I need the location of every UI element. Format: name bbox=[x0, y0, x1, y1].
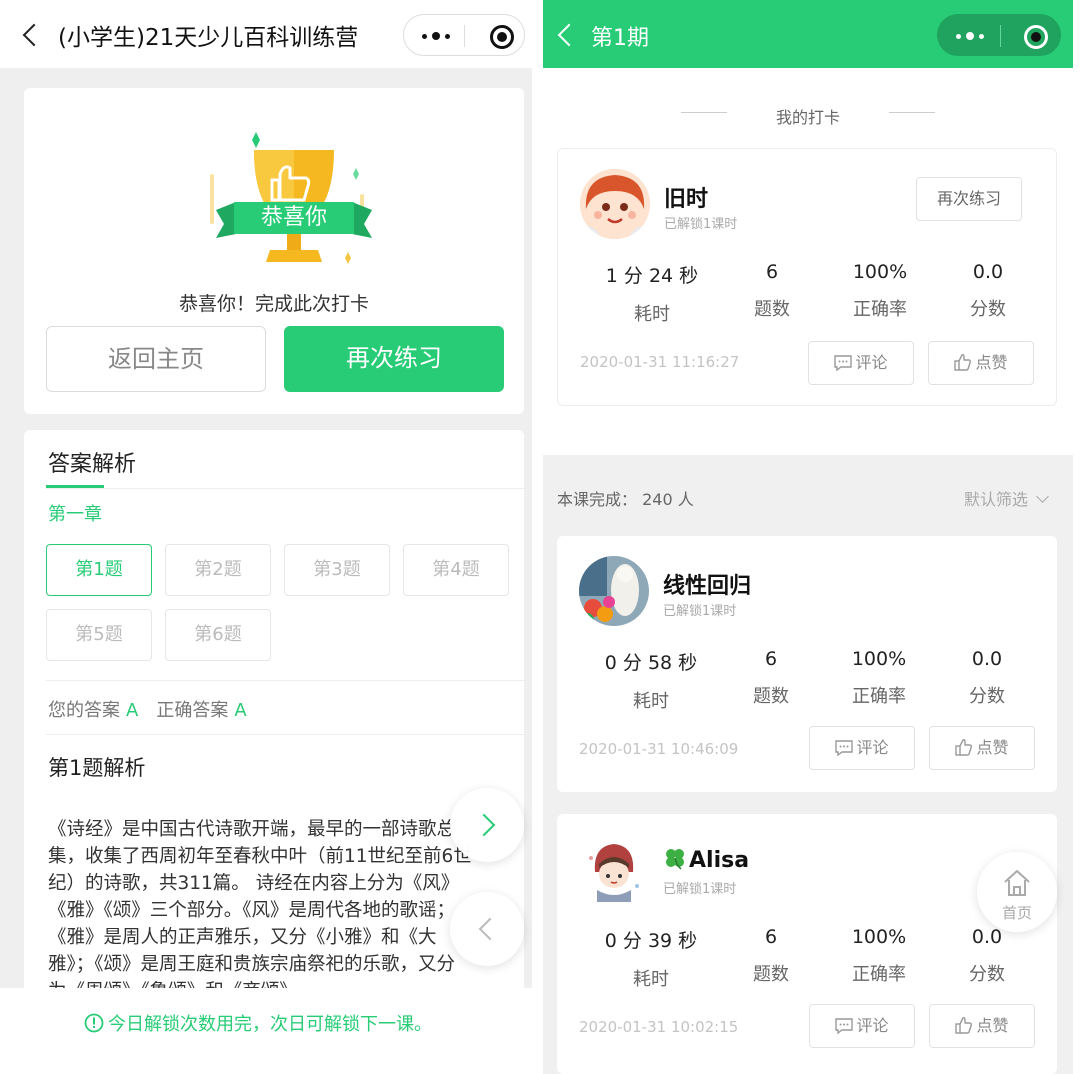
comment-button[interactable]: 评论 bbox=[809, 726, 915, 770]
your-answer-label: 您的答案 bbox=[48, 700, 120, 721]
unlock-notice: 今日解锁次数用完，次日可解锁下一课。 bbox=[84, 1010, 432, 1036]
analysis-detail-body: 《诗经》是中国古代诗歌开端，最早的一部诗歌总 集，收集了西周初年至春秋中叶（前1… bbox=[48, 816, 496, 1005]
chevron-right-icon bbox=[472, 813, 496, 837]
stat-count: 6 题数 bbox=[753, 926, 789, 985]
comment-button[interactable]: 评论 bbox=[808, 341, 914, 385]
question-button-1[interactable]: 第1题 bbox=[46, 544, 152, 596]
avatar bbox=[580, 169, 650, 239]
thumbs-up-icon bbox=[954, 354, 972, 371]
stat-score: 0.0 分数 bbox=[970, 261, 1006, 320]
mini-program-capsule bbox=[937, 14, 1061, 56]
comment-button[interactable]: 评论 bbox=[809, 1004, 915, 1048]
user-name: Alisa bbox=[663, 846, 749, 873]
stat-count: 6 题数 bbox=[753, 648, 789, 707]
my-checkin-card: 旧时 已解锁1课时 再次练习 1 分 24 秒耗时 6 题数 100% 正确率 0.… bbox=[557, 148, 1057, 406]
analysis-line: 雅》；《颂》是周王庭和贵族宗庙祭祀的乐歌，又分 bbox=[48, 954, 456, 975]
correct-answer-label: 正确答案 bbox=[156, 700, 229, 721]
stat-score: 0.0 分数 bbox=[969, 926, 1005, 985]
user-name: 线性回归 bbox=[663, 574, 752, 599]
warning-icon bbox=[84, 1013, 104, 1033]
prev-question-button[interactable] bbox=[450, 892, 524, 966]
close-capsule-icon[interactable] bbox=[1024, 25, 1048, 49]
checkin-date: 2020-01-31 11:16:27 bbox=[580, 353, 740, 371]
analysis-detail-title: 第1题解析 bbox=[48, 756, 146, 780]
nav-bar-green: 第1期 bbox=[543, 0, 1073, 68]
next-question-button[interactable] bbox=[450, 788, 524, 862]
result-card: 恭喜你 恭喜你！完成此次打卡 返回主页 再次练习 bbox=[24, 88, 524, 414]
trophy-icon: 恭喜你 bbox=[184, 124, 384, 284]
like-button[interactable]: 点赞 bbox=[929, 726, 1035, 770]
unlock-status: 已解锁1课时 bbox=[663, 882, 737, 897]
home-float-label: 首页 bbox=[1001, 904, 1032, 922]
right-screen: 第1期 我的打卡 旧时 已解锁1课时 再次练习 1 分 24 秒 耗时 6 题数… bbox=[543, 0, 1073, 1074]
stat-time: 0 分 58 秒耗时 bbox=[604, 652, 698, 712]
analysis-line: 集，收集了西周初年至春秋中叶（前11世纪至前6世 bbox=[48, 846, 472, 867]
left-screen: (小学生)21天少儿百科训练营 恭喜你 恭喜你！完成此次打卡 返回主页 再次练习… bbox=[0, 0, 532, 1074]
checkin-date: 2020-01-31 10:46:09 bbox=[579, 740, 739, 758]
analysis-line: 《诗经》是中国古代诗歌开端，最早的一部诗歌总 bbox=[48, 819, 456, 840]
period-title: 第1期 bbox=[591, 26, 649, 51]
mini-program-capsule bbox=[403, 14, 525, 56]
stat-time: 1 分 24 秒耗时 bbox=[605, 265, 699, 325]
comment-icon bbox=[835, 740, 854, 757]
unlock-status: 已解锁1课时 bbox=[664, 217, 738, 232]
stat-score: 0.0 分数 bbox=[969, 648, 1005, 707]
avatar bbox=[579, 834, 649, 904]
stat-accuracy: 100% 正确率 bbox=[852, 261, 908, 320]
correct-answer-value: A bbox=[234, 700, 247, 721]
user-name: 旧时 bbox=[664, 187, 709, 212]
answer-row: 您的答案 A 正确答案 A bbox=[48, 696, 265, 722]
stat-accuracy: 100% 正确率 bbox=[851, 648, 907, 707]
chevron-down-icon bbox=[1036, 490, 1049, 503]
question-button-4[interactable]: 第4题 bbox=[403, 544, 509, 596]
analysis-line: 《雅》《颂》三个部分。《风》是周代各地的歌谣； bbox=[48, 900, 456, 921]
chapter-title: 第一章 bbox=[48, 504, 102, 525]
congrats-message: 恭喜你！完成此次打卡 bbox=[178, 293, 369, 315]
comment-icon bbox=[834, 355, 853, 372]
practice-again-button[interactable]: 再次练习 bbox=[916, 177, 1022, 221]
comment-icon bbox=[835, 1018, 854, 1035]
analysis-section-title: 答案解析 bbox=[48, 452, 137, 477]
checkin-date: 2020-01-31 10:02:15 bbox=[579, 1018, 739, 1036]
page-title: (小学生)21天少儿百科训练营 bbox=[58, 25, 359, 51]
ribbon-text: 恭喜你 bbox=[260, 205, 327, 230]
stat-accuracy: 100% 正确率 bbox=[851, 926, 907, 985]
thumbs-up-icon bbox=[955, 739, 973, 756]
analysis-card: 答案解析 第一章 第1题 第2题 第3题 第4题 第5题 第6题 您的答案 A 正确… bbox=[24, 430, 528, 1002]
practice-again-button[interactable]: 再次练习 bbox=[284, 326, 504, 392]
completion-count: 本课完成： 240 人 bbox=[557, 490, 694, 509]
question-button-5[interactable]: 第5题 bbox=[46, 609, 152, 661]
thumbs-up-icon bbox=[955, 1017, 973, 1034]
question-button-2[interactable]: 第2题 bbox=[165, 544, 271, 596]
back-icon[interactable] bbox=[22, 23, 46, 47]
stat-count: 6 题数 bbox=[754, 261, 790, 320]
close-capsule-icon[interactable] bbox=[490, 25, 514, 49]
back-icon[interactable] bbox=[557, 23, 581, 47]
analysis-line: 《雅》是周人的正声雅乐，又分《小雅》和《大 bbox=[48, 927, 437, 948]
your-answer-value: A bbox=[126, 700, 139, 721]
home-icon bbox=[1004, 870, 1030, 896]
my-checkin-label: 我的打卡 bbox=[775, 108, 840, 127]
checkin-card: 线性回归 已解锁1课时 0 分 58 秒耗时 6 题数 100% 正确率 0.0 分数… bbox=[557, 536, 1057, 792]
avatar bbox=[579, 556, 649, 626]
question-button-3[interactable]: 第3题 bbox=[284, 544, 390, 596]
back-home-button[interactable]: 返回主页 bbox=[46, 326, 266, 392]
analysis-line: 纪）的诗歌，共311篇。 诗经在内容上分为《风》 bbox=[48, 873, 460, 894]
nav-bar: (小学生)21天少儿百科训练营 bbox=[0, 0, 532, 68]
filter-dropdown[interactable]: 默认筛选 bbox=[964, 486, 1049, 510]
more-icon[interactable] bbox=[950, 28, 990, 44]
stat-time: 0 分 39 秒耗时 bbox=[604, 930, 698, 990]
like-button[interactable]: 点赞 bbox=[928, 341, 1034, 385]
clover-icon bbox=[666, 849, 684, 870]
like-button[interactable]: 点赞 bbox=[929, 1004, 1035, 1048]
unlock-status: 已解锁1课时 bbox=[663, 604, 737, 619]
home-float-button[interactable]: 首页 bbox=[977, 852, 1057, 932]
chevron-left-icon bbox=[478, 917, 502, 941]
more-icon[interactable] bbox=[416, 28, 456, 44]
checkin-card: Alisa 已解锁1课时 0 分 39 秒耗时 6 题数 100% 正确率 0.0 分… bbox=[557, 814, 1057, 1074]
question-button-6[interactable]: 第6题 bbox=[165, 609, 271, 661]
unlock-notice-bar: 今日解锁次数用完，次日可解锁下一课。 bbox=[0, 988, 532, 1074]
active-tab-indicator bbox=[46, 485, 104, 488]
